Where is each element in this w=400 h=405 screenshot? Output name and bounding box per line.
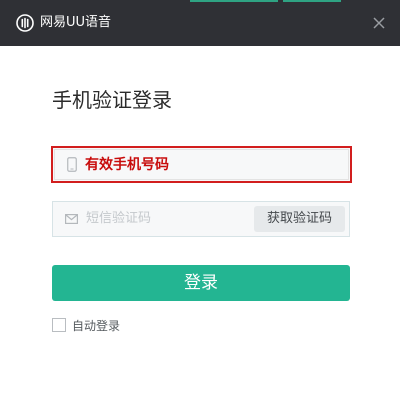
phone-input-value: 有效手机号码 [85, 157, 169, 173]
close-icon[interactable] [370, 14, 388, 32]
mail-icon [65, 214, 78, 224]
login-button[interactable]: 登录 [52, 265, 350, 301]
title-bar[interactable]: 网易UU语音 [0, 0, 400, 46]
auto-login-label: 自动登录 [72, 319, 121, 333]
title-accent-bar [190, 0, 278, 2]
window-title: 网易UU语音 [40, 15, 112, 30]
auto-login-checkbox[interactable] [52, 318, 66, 332]
login-window: 网易UU语音 手机验证登录 有效手机号码 短信验证码 获取验证码 登录 自动登录 [0, 0, 400, 405]
phone-input[interactable]: 有效手机号码 [51, 146, 352, 183]
title-accent-bar [283, 0, 341, 2]
sms-code-placeholder: 短信验证码 [86, 211, 152, 226]
sms-code-input[interactable]: 短信验证码 获取验证码 [52, 201, 350, 237]
page-title: 手机验证登录 [52, 88, 172, 112]
phone-icon [67, 157, 77, 172]
get-code-button[interactable]: 获取验证码 [254, 206, 345, 232]
uu-logo-icon [16, 14, 34, 32]
